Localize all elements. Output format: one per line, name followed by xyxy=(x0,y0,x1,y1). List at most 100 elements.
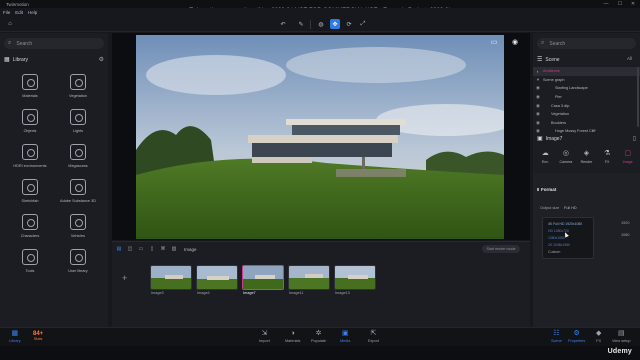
thumbnail-image3[interactable] xyxy=(150,265,192,290)
tab-env[interactable]: ☁ Env. xyxy=(535,149,556,171)
dock-library[interactable]: ▦ Library xyxy=(9,330,21,343)
tree-item-scene-graph[interactable]: ▾ Scene graph xyxy=(533,76,640,85)
tree-item-pier[interactable]: ◉ Pier xyxy=(533,93,640,102)
dropdown-custom-option[interactable]: Custom xyxy=(548,250,560,254)
tab-render[interactable]: ◈ Render xyxy=(576,149,597,171)
dock-properties[interactable]: ⚙ Properties xyxy=(568,330,585,343)
library-item-hdri[interactable]: HDRI environments xyxy=(6,140,54,175)
library-item-megascans[interactable]: Megascans xyxy=(54,140,102,175)
eye-icon[interactable]: ◉ xyxy=(533,85,543,91)
properties-header: ▣ Image7 ▯ xyxy=(537,134,636,143)
grid-view-icon[interactable]: ▤ xyxy=(115,245,123,253)
format-icon xyxy=(537,188,539,191)
app-name: Twinmotion xyxy=(6,1,29,7)
materials-icon: ◑ xyxy=(290,330,295,337)
tree-item-starting-landscape[interactable]: ◉ Starting Landscape xyxy=(533,84,640,93)
video-icon[interactable]: ▭ xyxy=(137,245,145,253)
globe-icon[interactable]: ◍ xyxy=(316,19,326,29)
link-icon[interactable]: ⌘ xyxy=(159,245,167,253)
screen-icon[interactable]: ▭ xyxy=(489,39,499,46)
library-item-lights[interactable]: Lights xyxy=(54,105,102,140)
expand-panel-icon[interactable]: ▯ xyxy=(633,135,636,142)
menu-help[interactable]: Help xyxy=(28,10,37,15)
library-item-vegetation[interactable]: Vegetation xyxy=(54,70,102,105)
expand-icon[interactable]: ▾ xyxy=(533,77,543,83)
library-item-label: Vehicles xyxy=(70,234,86,238)
eye-icon[interactable]: ◉ xyxy=(533,103,543,109)
close-button[interactable]: ✕ xyxy=(627,0,639,8)
house-glass-upper xyxy=(292,125,400,135)
tree-item-boulders[interactable]: ◉ Boulders xyxy=(533,119,640,128)
library-icon: ▦ xyxy=(11,330,19,337)
scale-icon[interactable]: ⤢ xyxy=(358,19,368,29)
library-item-substance[interactable]: Adobe Substance 3D xyxy=(54,175,102,210)
tree-item-casa[interactable]: ◉ Casa 3.dtp xyxy=(533,101,640,110)
dock-materials[interactable]: ◑ Materials xyxy=(285,330,300,343)
library-item-tools[interactable]: Tools xyxy=(6,245,54,280)
gear-icon[interactable]: ⚙ xyxy=(99,56,104,63)
dock-import[interactable]: ⇲ Import xyxy=(259,330,270,343)
dock-export[interactable]: ⇱ Export xyxy=(368,330,379,343)
tree-item-ambience[interactable]: ◐ Ambience xyxy=(533,67,640,76)
library-item-vehicles[interactable]: Vehicles xyxy=(54,210,102,245)
menu-file[interactable]: File xyxy=(3,10,10,15)
dock-fx[interactable]: ◆ FX xyxy=(596,330,601,343)
dock-label: FX xyxy=(596,339,602,343)
width-value[interactable]: 1920 xyxy=(621,221,629,225)
height-value[interactable]: 1080 xyxy=(621,233,629,237)
dock-populate[interactable]: ✲ Populate xyxy=(311,330,326,343)
tree-item-vegetation[interactable]: ◉ Vegetation xyxy=(533,110,640,119)
dropdown-option[interactable]: 4K Full HD 1920x1080 xyxy=(548,222,582,226)
library-item-materials[interactable]: Materials xyxy=(6,70,54,105)
output-size-dropdown[interactable]: 4K Full HD 1920x1080 HD 1280x720 1080x10… xyxy=(542,217,594,259)
properties-tabs: ☁ Env. ◎ Camera ◈ Render ⚗ FX ▢ Image xyxy=(535,149,638,171)
menu-bar: File Edit Help xyxy=(0,8,640,17)
dropdown-option[interactable]: 1080x1080 xyxy=(548,236,565,240)
thumbnail-image11[interactable] xyxy=(288,265,330,290)
scene-scrollbar[interactable] xyxy=(637,67,639,127)
viewport[interactable]: ▭ ◉ xyxy=(112,33,530,240)
library-item-user-library[interactable]: User library xyxy=(54,245,102,280)
trash-icon[interactable]: ▥ xyxy=(170,245,178,253)
minimize-button[interactable]: — xyxy=(600,0,612,8)
menu-edit[interactable]: Edit xyxy=(15,10,23,15)
tab-fx[interactable]: ⚗ FX xyxy=(597,149,618,171)
library-search-input[interactable]: ⌕ Search xyxy=(4,38,104,49)
eye-icon[interactable]: ◉ xyxy=(533,120,543,126)
undo-icon[interactable]: ↶ xyxy=(278,19,288,29)
rotate-icon[interactable]: ⟳ xyxy=(344,19,354,29)
camera-icon[interactable]: ◫ xyxy=(126,245,134,253)
tab-camera[interactable]: ◎ Camera xyxy=(556,149,577,171)
eyedropper-icon[interactable]: ✎ xyxy=(296,19,306,29)
maximize-button[interactable]: ☐ xyxy=(614,0,626,8)
panorama-icon[interactable]: ▯ xyxy=(148,245,156,253)
library-item-characters[interactable]: Characters xyxy=(6,210,54,245)
scene-search-input[interactable]: ⌕ Search xyxy=(537,38,636,49)
tab-label: Camera xyxy=(559,160,573,164)
eye-icon[interactable]: ◉ xyxy=(510,39,520,46)
eye-icon[interactable]: ◉ xyxy=(533,94,543,100)
library-item-label: Sketchfab xyxy=(21,199,39,203)
thumbnail-image13[interactable] xyxy=(334,265,376,290)
library-item-objects[interactable]: Objects xyxy=(6,105,54,140)
scene-render[interactable] xyxy=(136,35,504,239)
thumbnail-image4[interactable] xyxy=(196,265,238,290)
library-icon: ▦ xyxy=(4,57,10,63)
scene-filter-select[interactable]: All xyxy=(627,56,632,61)
home-icon[interactable]: ⌂ xyxy=(5,19,15,29)
stats-indicator[interactable]: 84+ Stats xyxy=(33,331,43,341)
tab-image[interactable]: ▢ Image xyxy=(617,149,638,171)
add-image-icon[interactable]: + xyxy=(122,273,127,283)
thumbnail-image7[interactable] xyxy=(242,265,284,290)
library-item-sketchfab[interactable]: Sketchfab xyxy=(6,175,54,210)
dock-media[interactable]: ▣ Media xyxy=(340,330,350,343)
output-size-select[interactable]: Full HD xyxy=(564,206,577,210)
dropdown-option[interactable]: 2K 2048x1080 xyxy=(548,243,570,247)
move-icon[interactable]: ✥ xyxy=(330,19,340,29)
eye-icon[interactable]: ◉ xyxy=(533,111,543,117)
tree-item-label: Casa 3.dtp xyxy=(551,103,570,108)
start-render-mode-button[interactable]: Start render mode xyxy=(482,245,520,253)
tree-item-label: Scene graph xyxy=(543,77,565,82)
dock-view-setup[interactable]: ▤ View setup xyxy=(612,330,631,343)
dock-scene[interactable]: ☷ Scene xyxy=(551,330,562,343)
